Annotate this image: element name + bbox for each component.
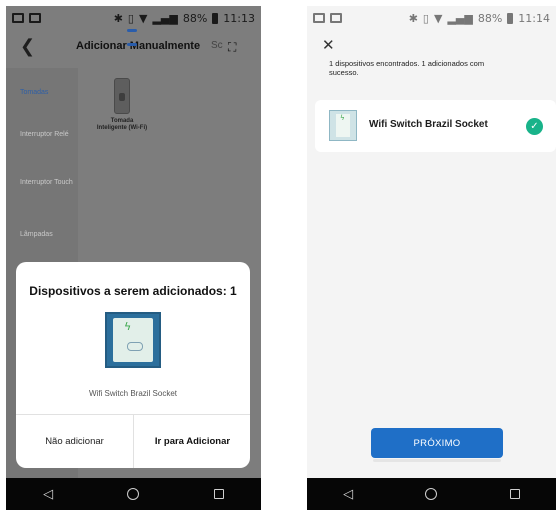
image-notification-icon [12, 13, 24, 23]
battery-icon [507, 12, 514, 24]
scan-tab-label[interactable]: Sc [211, 40, 223, 51]
scan-result-text: 1 dispositivos encontrados. 1 adicionado… [329, 59, 485, 77]
clock: 11:14 [518, 11, 550, 25]
close-x-icon[interactable]: ✕ [322, 36, 335, 54]
image-notification-icon [313, 13, 325, 23]
sidebar-item-tomadas[interactable]: Tomadas [20, 88, 75, 97]
dialog-title: Dispositivos a serem adicionados: 1 [29, 284, 237, 298]
added-device-row[interactable]: ϟ Wifi Switch Brazil Socket ✓ [315, 100, 556, 152]
gallery-notification-icon [29, 13, 41, 23]
title-tab-indicator [127, 42, 137, 46]
signal-icon: ▂▄▆ [152, 11, 178, 25]
page-title: Adicionar Manualmente [76, 40, 201, 52]
status-bar: ✱ ▯ ▼ ▂▄▆ 88% 11:14 [307, 6, 556, 30]
sidebar-item-interruptor-rele[interactable]: Interruptor Relé [20, 130, 75, 139]
status-notification-icons [313, 13, 342, 23]
battery-percent: 88% [182, 11, 208, 25]
socket-outlet-shape [127, 342, 143, 351]
scan-frame-icon[interactable]: ⛶ [228, 40, 244, 54]
right-phone-screen: ✱ ▯ ▼ ▂▄▆ 88% 11:14 ✕ 1 dispositivos enc… [307, 6, 556, 510]
vibrate-icon: ▯ [127, 11, 134, 25]
signal-icon: ▂▄▆ [447, 11, 473, 25]
status-bar: ✱ ▯ ▼ ▂▄▆ 88% 11:13 [6, 6, 261, 30]
gallery-notification-icon [330, 13, 342, 23]
clock: 11:13 [223, 11, 255, 25]
device-thumbnail: ϟ [329, 110, 357, 141]
canvas: ✱ ▯ ▼ ▂▄▆ 88% 11:13 ❮ Adicionar Manualme… [0, 0, 556, 511]
nav-recents-icon[interactable] [509, 489, 520, 499]
bluetooth-icon: ✱ [113, 11, 123, 25]
next-button[interactable]: PRÓXIMO [371, 428, 503, 458]
dialog-device-name: Wifi Switch Brazil Socket [88, 389, 178, 398]
android-nav-bar: ◁ [6, 478, 261, 510]
next-button-shadow [373, 459, 501, 462]
sidebar-item-interruptor-touch[interactable]: Interruptor Touch [20, 178, 75, 187]
device-tile-label: Tomada Inteligente (Wi-Fi) [96, 118, 148, 131]
status-right: ✱ ▯ ▼ ▂▄▆ 88% 11:13 [114, 12, 255, 25]
sidebar-item-lampadas[interactable]: Lâmpadas [20, 230, 75, 239]
device-tile[interactable]: Tomada Inteligente (Wi-Fi) [96, 78, 148, 132]
nav-home-icon[interactable] [425, 488, 438, 500]
nav-home-icon[interactable] [127, 488, 140, 500]
active-tab-underline [127, 29, 137, 32]
battery-icon [212, 12, 219, 24]
app-header: ❮ Adicionar Manualmente Sc ⛶ [6, 32, 261, 62]
smart-socket-image [114, 78, 130, 114]
wifi-icon: ▼ [138, 11, 148, 25]
nav-back-icon[interactable]: ◁ [43, 488, 53, 501]
nav-recents-icon[interactable] [213, 489, 224, 499]
device-socket-image: ϟ [105, 312, 161, 368]
battery-percent: 88% [477, 11, 503, 25]
device-name: Wifi Switch Brazil Socket [369, 119, 488, 130]
status-right: ✱ ▯ ▼ ▂▄▆ 88% 11:14 [409, 12, 550, 25]
android-nav-bar: ◁ [307, 478, 556, 510]
add-devices-dialog: Dispositivos a serem adicionados: 1 ϟ Wi… [16, 262, 250, 468]
bluetooth-icon: ✱ [408, 11, 418, 25]
decline-button[interactable]: Não adicionar [16, 414, 133, 468]
chevron-left-icon[interactable]: ❮ [20, 36, 35, 57]
nav-back-icon[interactable]: ◁ [343, 488, 353, 501]
go-to-add-button[interactable]: Ir para Adicionar [134, 414, 250, 468]
check-circle-icon: ✓ [526, 118, 543, 135]
vibrate-icon: ▯ [422, 11, 429, 25]
lightning-icon: ϟ [340, 114, 345, 122]
left-phone-screen: ✱ ▯ ▼ ▂▄▆ 88% 11:13 ❮ Adicionar Manualme… [6, 6, 261, 510]
socket-plate [113, 318, 153, 362]
wifi-icon: ▼ [433, 11, 443, 25]
lightning-icon: ϟ [124, 320, 132, 333]
status-notification-icons [12, 13, 41, 23]
